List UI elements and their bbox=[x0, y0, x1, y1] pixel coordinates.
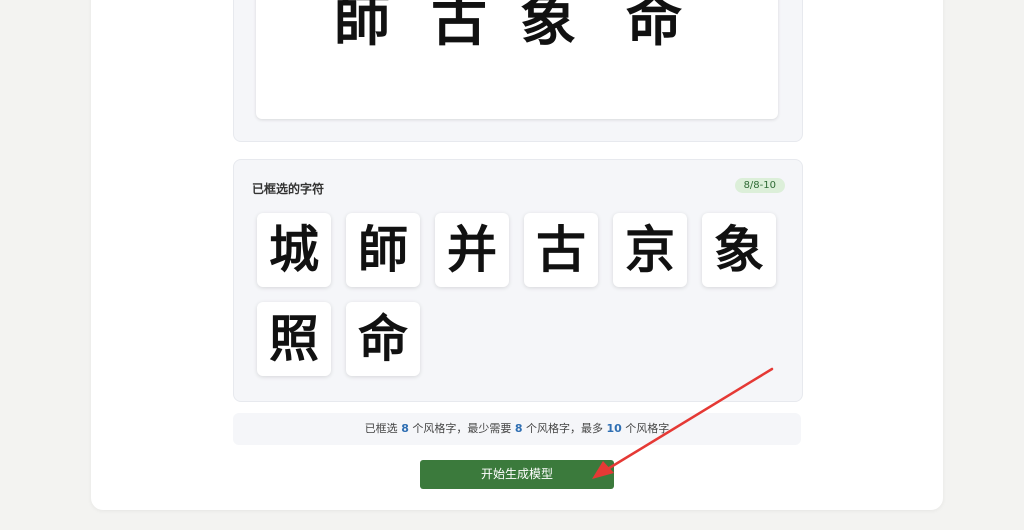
min-count: 8 bbox=[514, 422, 523, 435]
character-tile-4[interactable]: 古 bbox=[524, 213, 598, 287]
character-glyph: 命 bbox=[358, 309, 408, 368]
max-count: 10 bbox=[606, 422, 622, 435]
preview-panel: 師 古 象 命 bbox=[233, 0, 803, 142]
character-glyph: 象 bbox=[714, 220, 764, 279]
selected-characters-panel: 已框选的字符 8/8-10 城 師 并 古 京 象 照 命 bbox=[233, 159, 803, 402]
selected-count: 8 bbox=[401, 422, 409, 435]
preview-glyph-4: 命 bbox=[626, 0, 682, 54]
selected-characters-title: 已框选的字符 bbox=[252, 182, 325, 196]
info-text-2: 个风格字，最少需要 bbox=[408, 422, 515, 435]
character-tile-2[interactable]: 師 bbox=[346, 213, 420, 287]
info-text-1: 已框选 bbox=[364, 422, 402, 435]
character-glyph: 古 bbox=[536, 220, 586, 279]
preview-glyph-3: 象 bbox=[520, 0, 576, 54]
selection-info-bar: 已框选 8 个风格字，最少需要 8 个风格字，最多 10 个风格字 bbox=[233, 413, 801, 445]
character-glyph: 京 bbox=[625, 220, 675, 279]
character-tile-5[interactable]: 京 bbox=[613, 213, 687, 287]
character-tile-8[interactable]: 命 bbox=[346, 302, 420, 376]
character-glyph: 并 bbox=[447, 220, 497, 279]
info-text-3: 个风格字，最多 bbox=[522, 422, 607, 435]
info-text-4: 个风格字 bbox=[621, 422, 670, 435]
character-tile-1[interactable]: 城 bbox=[257, 213, 331, 287]
character-glyph: 照 bbox=[269, 309, 319, 368]
preview-canvas: 師 古 象 命 bbox=[256, 0, 778, 119]
character-tile-3[interactable]: 并 bbox=[435, 213, 509, 287]
character-tile-6[interactable]: 象 bbox=[702, 213, 776, 287]
selection-count-badge: 8/8-10 bbox=[734, 178, 785, 193]
character-glyph: 師 bbox=[358, 220, 408, 279]
character-glyph: 城 bbox=[269, 220, 319, 279]
start-generate-model-button[interactable]: 开始生成模型 bbox=[420, 460, 614, 489]
preview-glyph-1: 師 bbox=[334, 0, 390, 54]
preview-glyph-2: 古 bbox=[431, 0, 487, 54]
character-tile-7[interactable]: 照 bbox=[257, 302, 331, 376]
